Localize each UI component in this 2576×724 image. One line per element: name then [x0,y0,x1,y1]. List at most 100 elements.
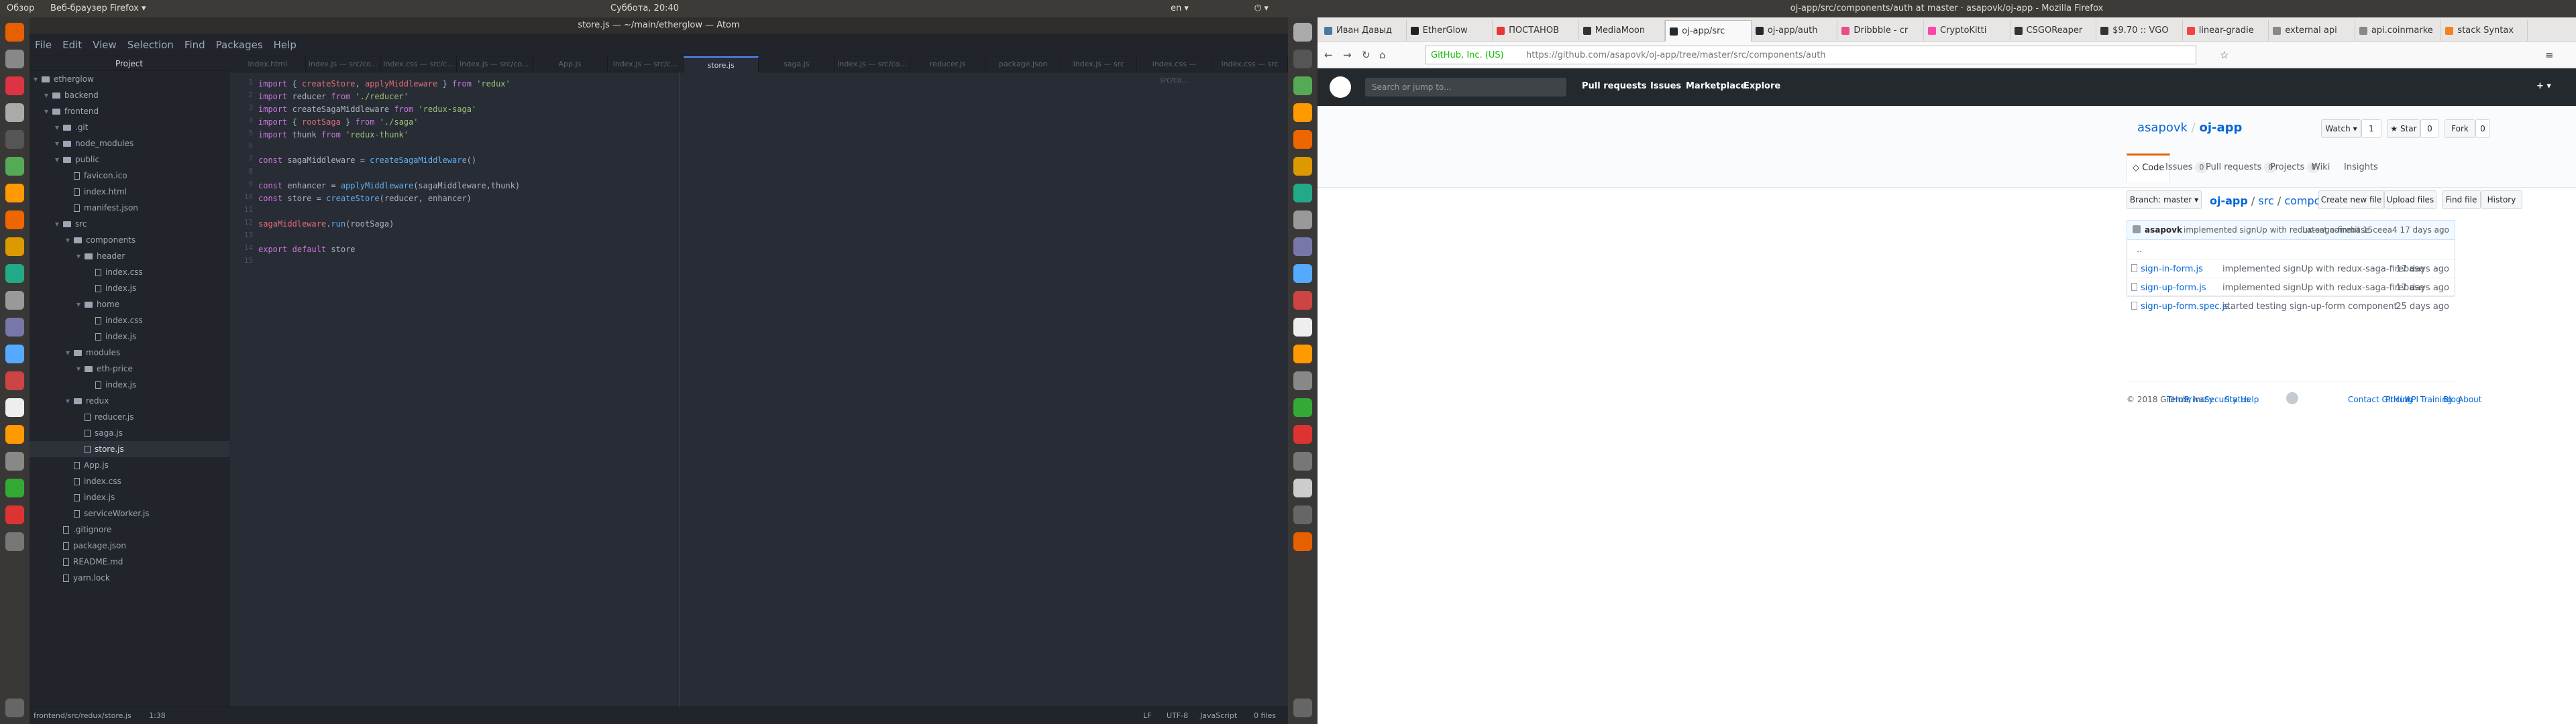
browser-tab[interactable]: CSGOReaper [2010,20,2097,42]
tree-file[interactable]: index.css [30,473,229,489]
launcher-app-icon[interactable] [1293,103,1312,122]
launcher-app-icon[interactable] [1293,505,1312,524]
editor-tab[interactable]: package.json [985,56,1062,72]
tree-folder[interactable]: ▾ eth-price [30,361,229,377]
launcher-app-icon[interactable] [1293,318,1312,337]
tree-file[interactable]: index.css [30,312,229,328]
tree-folder[interactable]: ▾ redux [30,393,229,409]
branch-select[interactable]: Branch: master ▾ [2127,190,2202,209]
code-line[interactable]: const enhancer = applyMiddleware(sagaMid… [258,180,520,192]
tree-file[interactable]: index.css [30,264,229,280]
tree-file[interactable]: index.js [30,328,229,345]
tree-folder[interactable]: ▾ header [30,248,229,264]
repo-tab[interactable]: ◇ Code [2127,154,2171,182]
browser-tab[interactable]: oj-app/auth [1752,20,1838,42]
code-line[interactable]: const store = createStore(reducer, enhan… [258,192,472,205]
tree-file[interactable]: index.js [30,489,229,505]
launcher-app-icon[interactable] [5,532,24,551]
overview-button[interactable]: Обзор [7,3,34,13]
code-editor[interactable]: import { createStore, applyMiddleware } … [258,72,680,707]
security-badge[interactable]: GitHub, Inc. (US) [1431,50,1504,60]
plus-icon[interactable]: + ▾ [2536,81,2551,91]
chevron-down-icon[interactable]: ▾ [55,216,63,232]
repo-tab[interactable]: Wiki [2312,154,2330,182]
launcher-app-icon[interactable] [1293,425,1312,444]
search-input[interactable]: Search or jump to... [1365,78,1566,97]
file-link[interactable]: sign-up-form.js [2141,283,2206,293]
menu-find[interactable]: Find [179,34,211,51]
code-line[interactable]: import reducer from './reducer' [258,90,409,103]
grammar[interactable]: JavaScript [1200,711,1237,720]
tree-file[interactable]: .gitignore [30,522,229,538]
clock[interactable]: Суббота, 20:40 [610,3,679,13]
browser-tab[interactable]: CryptoKitti [1924,20,2010,42]
editor-tab[interactable]: index.js — src [1061,56,1137,72]
chevron-down-icon[interactable]: ▾ [76,296,85,312]
menu-selection[interactable]: Selection [122,34,179,51]
file-commit-message[interactable]: implemented signUp with redux-saga-fireb… [2222,283,2424,293]
tree-folder[interactable]: ▾ etherglow [30,71,229,87]
tree-file[interactable]: index.html [30,184,229,200]
launcher-app-icon[interactable] [5,210,24,229]
launcher-app-icon[interactable] [5,103,24,122]
file-row[interactable]: sign-up-form.js implemented signUp with r… [2127,278,2455,296]
repo-tab[interactable]: Insights [2344,154,2378,182]
browser-tab[interactable]: oj-app/src [1665,20,1752,42]
code-line[interactable]: const sagaMiddleware = createSagaMiddlew… [258,154,476,167]
tree-folder[interactable]: ▾ backend [30,87,229,103]
crumb-src[interactable]: src [2258,194,2273,207]
git-files[interactable]: 0 files [1254,711,1276,720]
chevron-down-icon[interactable]: ▾ [55,135,63,152]
parent-dir-row[interactable]: .. [2127,240,2455,259]
file-commit-message[interactable]: implemented signUp with redux-saga-fireb… [2222,264,2424,274]
chevron-down-icon[interactable]: ▾ [76,248,85,264]
chevron-down-icon[interactable]: ▾ [76,361,85,377]
tree-folder[interactable]: ▾ modules [30,345,229,361]
browser-tab[interactable]: external api [2269,20,2355,42]
launcher-app-icon[interactable] [5,157,24,176]
launcher-app-icon[interactable] [1293,157,1312,176]
fork-button[interactable]: Fork [2445,119,2475,138]
chevron-down-icon[interactable]: ▾ [34,71,42,87]
launcher-app-icon[interactable] [5,264,24,283]
watch-button[interactable]: Watch ▾ [2321,119,2361,138]
tree-file[interactable]: favicon.ico [30,168,229,184]
nav-pull-requests[interactable]: Pull requests [1582,81,1647,91]
tree-folder[interactable]: ▾ home [30,296,229,312]
tree-file[interactable]: App.js [30,457,229,473]
menu-edit[interactable]: Edit [57,34,87,51]
star-count[interactable]: 0 [2420,119,2439,138]
launcher-app-icon[interactable] [5,76,24,95]
file-link[interactable]: sign-up-form.spec.js [2141,302,2229,312]
browser-tab[interactable]: api.coinmarke [2355,20,2442,42]
show-apps-icon[interactable] [5,699,24,717]
editor-tab[interactable]: App.js [533,56,608,72]
launcher-app-icon[interactable] [1293,398,1312,417]
tree-folder[interactable]: ▾ components [30,232,229,248]
tree-file[interactable]: index.js [30,280,229,296]
chevron-down-icon[interactable]: ▾ [55,152,63,168]
launcher-app-icon[interactable] [1293,210,1312,229]
nav-issues[interactable]: Issues [1650,81,1681,91]
line-ending[interactable]: LF [1143,711,1151,720]
launcher-app-icon[interactable] [1293,371,1312,390]
menu-view[interactable]: View [87,34,122,51]
browser-tab[interactable]: EtherGlow [1407,20,1493,42]
launcher-app-icon[interactable] [1293,532,1312,551]
repo-owner-link[interactable]: asapovk [2137,121,2188,135]
file-row[interactable]: sign-up-form.spec.js started testing sign… [2127,296,2455,315]
crumb-repo[interactable]: oj-app [2210,194,2248,207]
tree-file[interactable]: saga.js [30,425,229,441]
code-line[interactable]: import { rootSaga } from './saga' [258,116,418,129]
encoding[interactable]: UTF-8 [1167,711,1188,720]
cursor-position[interactable]: 1:38 [149,711,166,720]
code-line[interactable]: import thunk from 'redux-thunk' [258,129,409,141]
browser-tab[interactable]: Иван Давыд [1320,20,1407,42]
chevron-down-icon[interactable]: ▾ [66,345,74,361]
footer-link[interactable]: About [2458,395,2481,404]
menu-packages[interactable]: Packages [211,34,268,51]
tree-file[interactable]: manifest.json [30,200,229,216]
menu-icon[interactable]: ≡ [2545,49,2554,61]
launcher-app-icon[interactable] [5,452,24,471]
upload-files-button[interactable]: Upload files [2384,190,2436,209]
